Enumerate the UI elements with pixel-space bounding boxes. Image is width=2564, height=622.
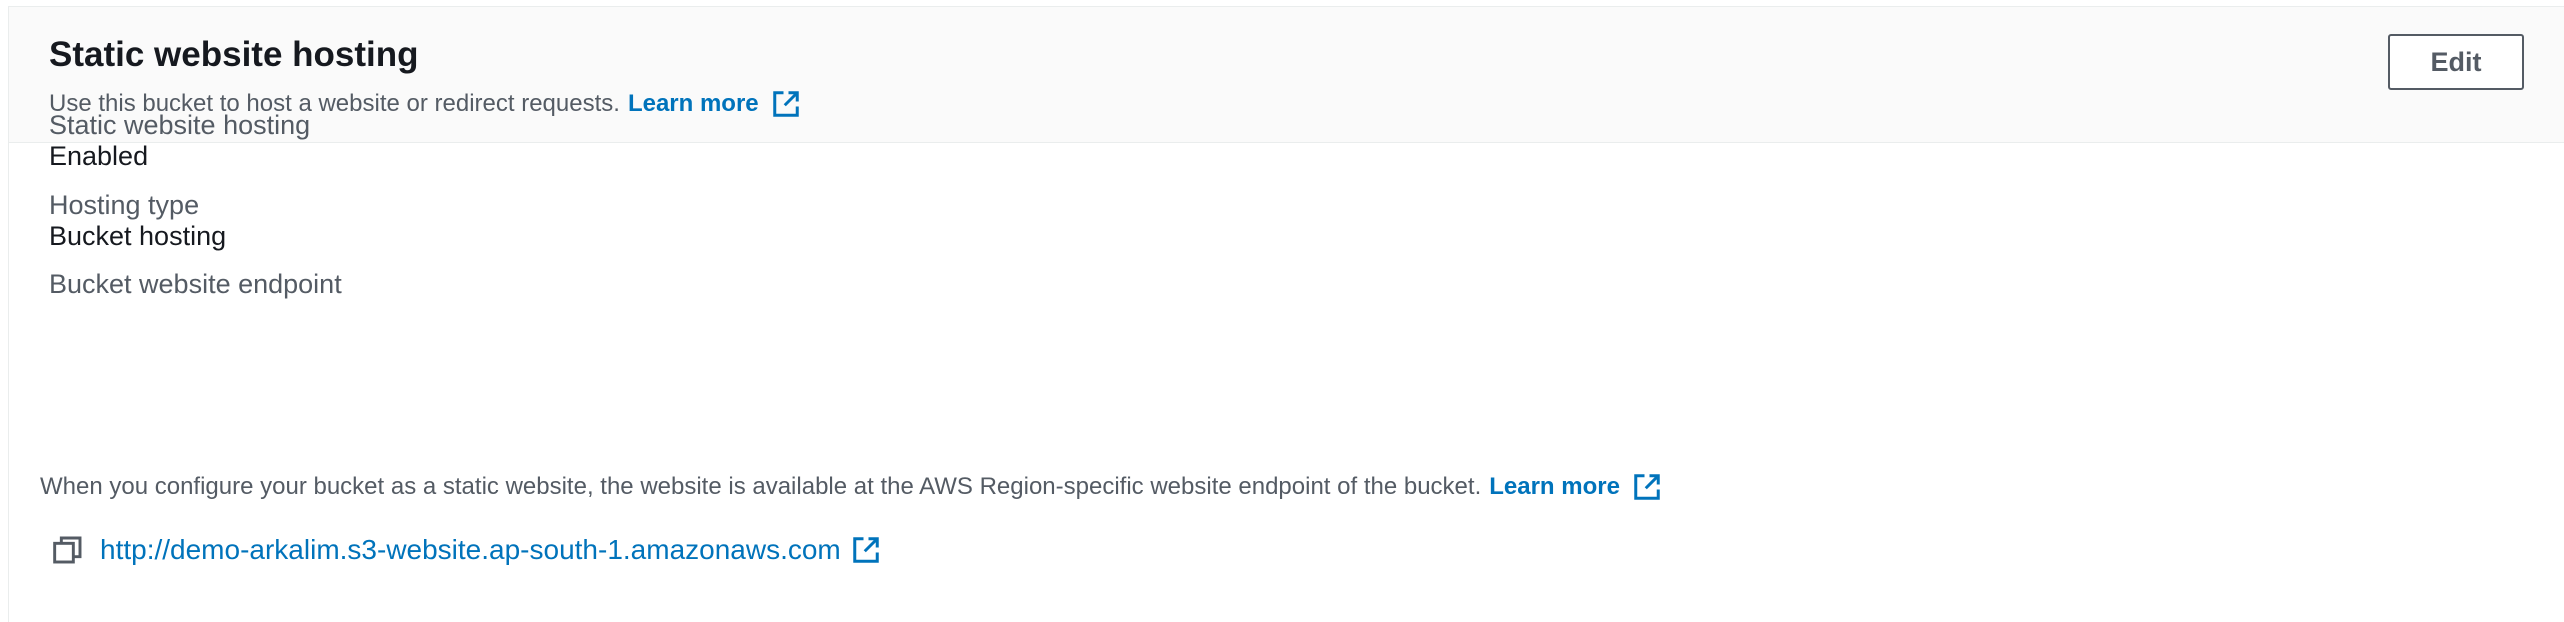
external-link-icon (772, 91, 799, 117)
static-website-hosting-panel: Static website hosting Use this bucket t… (8, 6, 2564, 622)
endpoint-row: http://demo-arkalim.s3-website.ap-south-… (52, 534, 881, 566)
hosting-label: Static website hosting (49, 110, 311, 140)
hosting-value: Enabled (49, 141, 149, 171)
copy-icon[interactable] (52, 534, 84, 566)
edit-button[interactable]: Edit (2388, 34, 2524, 90)
endpoint-description-text: When you configure your bucket as a stat… (40, 473, 1482, 500)
endpoint-learn-more-label: Learn more (1489, 473, 1620, 500)
hosting-type-value: Bucket hosting (49, 221, 227, 251)
external-link-icon (1634, 474, 1660, 500)
panel-header: Static website hosting Use this bucket t… (9, 7, 2564, 143)
header-learn-more-link[interactable]: Learn more (628, 89, 801, 119)
external-link-icon[interactable] (851, 535, 881, 565)
panel-title: Static website hosting (49, 35, 419, 74)
hosting-type-label: Hosting type (49, 190, 200, 220)
endpoint-url-link[interactable]: http://demo-arkalim.s3-website.ap-south-… (100, 534, 841, 566)
header-learn-more-label: Learn more (627, 90, 759, 117)
endpoint-description: When you configure your bucket as a stat… (40, 472, 1662, 502)
endpoint-learn-more-link[interactable]: Learn more (1489, 472, 1662, 502)
endpoint-label: Bucket website endpoint (49, 269, 342, 299)
